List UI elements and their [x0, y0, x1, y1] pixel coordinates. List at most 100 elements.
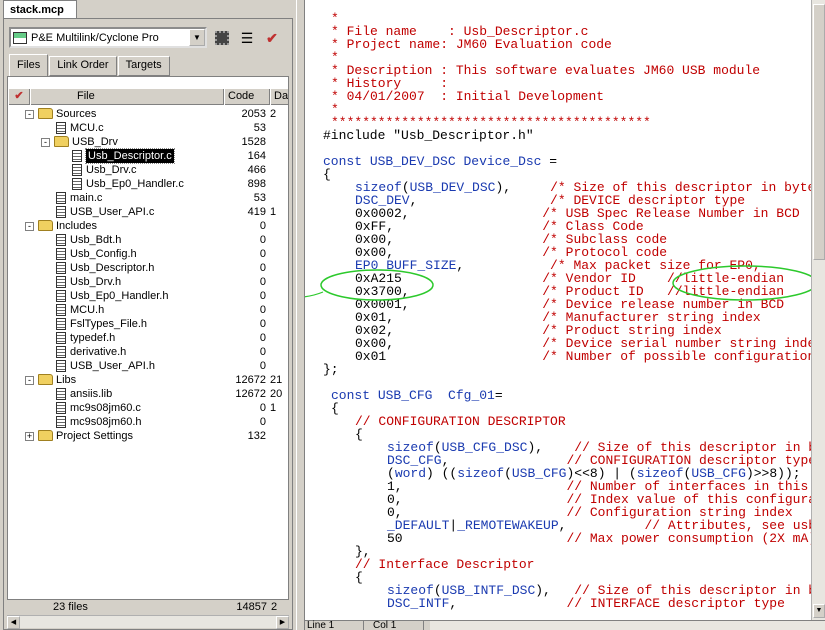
header-data[interactable]: Dat [270, 89, 288, 105]
code-line: const USB_CFG Cfg_01= [331, 389, 503, 402]
tree-item-name[interactable]: main.c [70, 191, 102, 205]
code-line: { [355, 571, 363, 584]
tree-row[interactable]: - Includes 0 [8, 219, 288, 233]
tree-item-name[interactable]: MCU.h [70, 303, 104, 317]
file-icon [56, 346, 66, 358]
tree-row[interactable]: - Libs 12672 21 [8, 373, 288, 387]
editor-status-bar: Line 1 Col 1 [305, 620, 825, 630]
tree-row[interactable]: Usb_Ep0_Handler.c 898 [8, 177, 288, 191]
list-icon[interactable]: ☰ [236, 27, 258, 49]
header-file[interactable]: File [30, 89, 224, 105]
scroll-thumb[interactable] [813, 4, 825, 260]
tree-row[interactable]: Usb_Descriptor.h 0 [8, 261, 288, 275]
tree-item-name[interactable]: USB_User_API.h [70, 359, 155, 373]
tree-row[interactable]: main.c 53 [8, 191, 288, 205]
tree-item-name[interactable]: mc9s08jm60.h [70, 415, 142, 429]
tree-item-code: 53 [253, 122, 266, 134]
tree-horizontal-scrollbar[interactable]: ◀ ▶ [7, 615, 289, 629]
tree-row[interactable]: USB_User_API.c 419 1 [8, 205, 288, 219]
tree-item-code: 0 [259, 402, 266, 414]
code-text: { [331, 401, 339, 416]
scroll-down-icon[interactable]: ▼ [813, 604, 825, 618]
collapse-icon[interactable]: - [25, 110, 34, 119]
collapse-icon[interactable]: - [25, 222, 34, 231]
file-icon [56, 234, 66, 246]
scroll-left-icon[interactable]: ◀ [7, 616, 20, 629]
collapse-icon[interactable]: - [25, 376, 34, 385]
tree-row[interactable]: MCU.h 0 [8, 303, 288, 317]
tree-item-name[interactable]: USB_User_API.c [70, 205, 154, 219]
tree-row[interactable]: - Sources 2053 2 [8, 107, 288, 121]
expand-icon[interactable]: + [25, 432, 34, 441]
code-line: * 04/01/2007 : Initial Development [331, 90, 604, 103]
tab-files[interactable]: Files [9, 54, 49, 76]
tab-link-order[interactable]: Link Order [49, 56, 117, 76]
tree-row[interactable]: derivative.h 0 [8, 345, 288, 359]
tree-item-name[interactable]: mc9s08jm60.c [70, 401, 141, 415]
tree-item-name[interactable]: Libs [56, 373, 76, 387]
tree-item-name[interactable]: ansiis.lib [70, 387, 112, 401]
tree-row[interactable]: + Project Settings 132 [8, 429, 288, 443]
tree-row[interactable]: typedef.h 0 [8, 331, 288, 345]
pane-splitter[interactable] [296, 0, 305, 630]
tree-item-name[interactable]: Usb_Drv.h [70, 275, 121, 289]
tree-item-name[interactable]: Usb_Ep0_Handler.h [70, 289, 168, 303]
tree-item-name[interactable]: Sources [56, 107, 96, 121]
tree-footer: 23 files 14857 2 [7, 599, 289, 615]
code-text: #include "Usb_Descriptor.h" [323, 128, 534, 143]
project-title-tab[interactable]: stack.mcp [3, 0, 77, 19]
tree-row[interactable]: USB_User_API.h 0 [8, 359, 288, 373]
code-comment: // Interface Descriptor [355, 557, 535, 572]
file-icon [56, 332, 66, 344]
tree-row[interactable]: Usb_Ep0_Handler.h 0 [8, 289, 288, 303]
tree-row[interactable]: Usb_Descriptor.c 164 [8, 148, 288, 164]
header-flag[interactable]: ✔ [8, 89, 30, 105]
code-identifier: DSC_INTF [387, 596, 450, 611]
tree-row[interactable]: FslTypes_File.h 0 [8, 317, 288, 331]
file-icon [56, 192, 66, 204]
tree-item-name[interactable]: Usb_Config.h [70, 247, 137, 261]
tree-item-name[interactable]: Usb_Descriptor.c [85, 148, 175, 164]
editor-horizontal-scrollbar[interactable] [430, 621, 825, 630]
chip-icon[interactable] [211, 27, 233, 49]
tree-row[interactable]: Usb_Drv.c 466 [8, 163, 288, 177]
tree-row[interactable]: ansiis.lib 12672 20 [8, 387, 288, 401]
editor-vertical-scrollbar[interactable]: ▼ [811, 0, 825, 620]
tree-item-name[interactable]: Usb_Ep0_Handler.c [86, 177, 184, 191]
tree-row[interactable]: mc9s08jm60.h 0 [8, 415, 288, 429]
tree-item-name[interactable]: FslTypes_File.h [70, 317, 147, 331]
code-editor[interactable]: * * File name : Usb_Descriptor.c * Project… [305, 0, 811, 620]
tree-item-name[interactable]: Includes [56, 219, 97, 233]
tree-item-name[interactable]: Usb_Descriptor.h [70, 261, 154, 275]
target-select[interactable]: P&E Multilink/Cyclone Pro ▼ [9, 27, 207, 48]
tree-item-name[interactable]: Usb_Drv.c [86, 163, 137, 177]
scroll-right-icon[interactable]: ▶ [276, 616, 289, 629]
code-text: { [355, 570, 363, 585]
tree-row[interactable]: Usb_Bdt.h 0 [8, 233, 288, 247]
tree-item-code: 0 [259, 262, 266, 274]
collapse-icon[interactable]: - [41, 138, 50, 147]
tree-item-code: 898 [247, 178, 266, 190]
file-icon [56, 402, 66, 414]
tree-item-name[interactable]: MCU.c [70, 121, 104, 135]
tree-row[interactable]: - USB_Drv 1528 [8, 135, 288, 149]
tab-targets[interactable]: Targets [117, 56, 170, 76]
footer-data: 2 [271, 601, 278, 613]
tree-item-name[interactable]: USB_Drv [72, 135, 118, 149]
chevron-down-icon[interactable]: ▼ [189, 29, 205, 46]
tree-item-name[interactable]: derivative.h [70, 345, 126, 359]
header-code[interactable]: Code [224, 89, 270, 105]
tree-row[interactable]: Usb_Drv.h 0 [8, 275, 288, 289]
tree-item-code: 0 [259, 290, 266, 302]
check-icon[interactable]: ✔ [261, 27, 283, 49]
file-icon [56, 276, 66, 288]
tree-item-name[interactable]: typedef.h [70, 331, 115, 345]
tree-row[interactable]: MCU.c 53 [8, 121, 288, 135]
tree-row[interactable]: Usb_Config.h 0 [8, 247, 288, 261]
folder-icon [54, 136, 69, 147]
folder-icon [38, 430, 53, 441]
tree-row[interactable]: mc9s08jm60.c 0 1 [8, 401, 288, 415]
tree-item-name[interactable]: Usb_Bdt.h [70, 233, 121, 247]
tree-item-code: 0 [259, 346, 266, 358]
tree-item-name[interactable]: Project Settings [56, 429, 133, 443]
